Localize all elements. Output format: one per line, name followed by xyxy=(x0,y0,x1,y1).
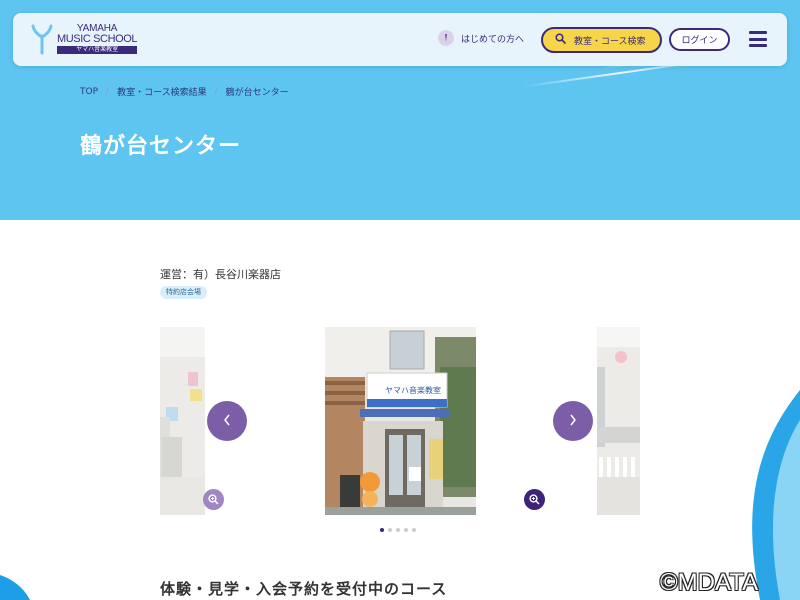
venue-type-badge: 特約店会場 xyxy=(160,286,207,299)
breadcrumb-current: 鶴が台センター xyxy=(225,88,289,98)
carousel-slide-current[interactable]: ヤマハ音楽教室 xyxy=(325,327,476,515)
search-icon xyxy=(555,33,566,47)
first-time-label: はじめての方へ xyxy=(461,34,525,45)
breadcrumb-separator: / xyxy=(214,86,218,97)
page-title: 鶴が台センター xyxy=(80,134,242,159)
zoom-in-icon xyxy=(529,490,540,509)
menu-icon[interactable] xyxy=(749,30,767,48)
carousel-dot[interactable] xyxy=(404,528,408,532)
zoom-in-icon xyxy=(208,490,219,509)
carousel-next-button[interactable] xyxy=(553,401,593,441)
carousel-dot[interactable] xyxy=(396,528,400,532)
breadcrumb-search-results[interactable]: 教室・コース検索結果 xyxy=(117,85,207,98)
logo-line2: MUSIC SCHOOL xyxy=(57,33,138,45)
breadcrumb: TOP / 教室・コース検索結果 / 鶴が台センター xyxy=(80,85,289,99)
carousel-dot[interactable] xyxy=(388,528,392,532)
carousel-slide-next[interactable] xyxy=(597,327,640,515)
carousel-pagination xyxy=(380,528,420,532)
carousel-prev-button[interactable] xyxy=(207,401,247,441)
operator-text: 運営：有）長谷川楽器店 xyxy=(160,268,281,281)
logo-text: YAMAHA MUSIC SCHOOL ヤマハ音楽教室 xyxy=(57,24,138,54)
course-search-label: 教室・コース検索 xyxy=(574,36,646,47)
logo-mark-icon xyxy=(31,23,53,55)
storefront-sign-text: ヤマハ音楽教室 xyxy=(385,385,441,395)
first-time-icon xyxy=(438,30,454,46)
zoom-button-current[interactable] xyxy=(524,489,545,510)
chevron-right-icon xyxy=(568,412,578,431)
zoom-button-prev[interactable] xyxy=(203,489,224,510)
carousel-dot[interactable] xyxy=(412,528,416,532)
course-section-heading: 体験・見学・入会予約を受付中のコース xyxy=(160,580,448,598)
course-search-button[interactable]: 教室・コース検索 xyxy=(541,27,662,53)
breadcrumb-top[interactable]: TOP xyxy=(80,87,98,97)
chevron-left-icon xyxy=(222,412,232,431)
carousel-dot[interactable] xyxy=(380,528,384,532)
carousel-slide-prev[interactable] xyxy=(160,327,205,515)
decorative-swoosh-left xyxy=(0,575,30,600)
yamaha-logo[interactable]: YAMAHA MUSIC SCHOOL ヤマハ音楽教室 xyxy=(31,23,138,55)
login-label: ログイン xyxy=(681,36,718,46)
first-time-link[interactable]: はじめての方へ xyxy=(438,30,524,46)
watermark: ©MDATA xyxy=(660,569,759,596)
logo-line3: ヤマハ音楽教室 xyxy=(57,46,138,54)
decorative-swoosh-right xyxy=(752,390,800,600)
login-button[interactable]: ログイン xyxy=(669,28,730,51)
breadcrumb-separator: / xyxy=(106,86,110,97)
